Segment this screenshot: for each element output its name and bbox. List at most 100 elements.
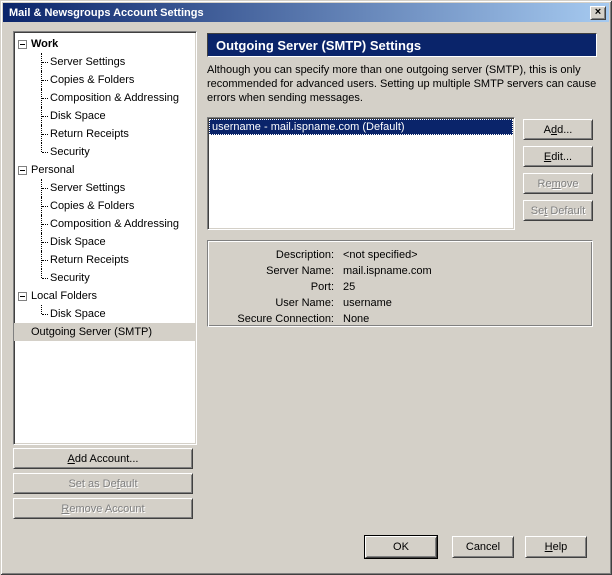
tree-group-local-folders-label[interactable]: Local Folders xyxy=(31,290,97,302)
tree-connector-icon xyxy=(41,305,49,323)
title-bar[interactable]: Mail & Newsgroups Account Settings × xyxy=(3,3,609,22)
label-part: dit... xyxy=(551,151,572,163)
detail-label: Server Name: xyxy=(208,265,334,277)
label-part: A xyxy=(544,124,551,136)
label-part: m xyxy=(552,178,561,190)
account-settings-dialog: Mail & Newsgroups Account Settings × Wor… xyxy=(0,0,612,575)
edit-smtp-button[interactable]: Edit... xyxy=(523,146,593,167)
tree-connector-icon xyxy=(41,143,49,161)
smtp-description-text: Although you can specify more than one o… xyxy=(207,63,601,105)
label-part: ault xyxy=(120,478,138,490)
tree-group-work[interactable]: Work xyxy=(14,35,196,53)
ok-button[interactable]: OK xyxy=(365,536,437,558)
tree-connector-icon xyxy=(41,53,49,71)
tree-group-work-label[interactable]: Work xyxy=(31,38,58,50)
label-part: Set as De xyxy=(68,478,116,490)
label-part: elp xyxy=(553,541,568,553)
tree-item-label[interactable]: Security xyxy=(50,146,90,158)
tree-item-label[interactable]: Server Settings xyxy=(50,182,125,194)
detail-value: mail.ispname.com xyxy=(343,265,432,277)
detail-label: Port: xyxy=(208,281,334,293)
tree-item-label[interactable]: Disk Space xyxy=(50,308,106,320)
label-part: Default xyxy=(547,205,585,217)
smtp-server-list-item[interactable]: username - mail.ispname.com (Default) xyxy=(209,119,513,135)
tree-work-copies-folders[interactable]: Copies & Folders xyxy=(14,71,196,89)
tree-item-label[interactable]: Disk Space xyxy=(50,236,106,248)
window-title: Mail & Newsgroups Account Settings xyxy=(3,7,590,19)
tree-connector-icon xyxy=(41,107,49,125)
help-button[interactable]: Help xyxy=(525,536,587,558)
tree-work-return-receipts[interactable]: Return Receipts xyxy=(14,125,196,143)
detail-value: username xyxy=(343,297,392,309)
smtp-details-panel: Description: <not specified> Server Name… xyxy=(207,240,593,327)
tree-connector-icon xyxy=(41,125,49,143)
set-as-default-button: Set as Default xyxy=(13,473,193,494)
tree-work-composition-addressing[interactable]: Composition & Addressing xyxy=(14,89,196,107)
tree-item-label[interactable]: Outgoing Server (SMTP) xyxy=(31,326,152,338)
tree-personal-return-receipts[interactable]: Return Receipts xyxy=(14,251,196,269)
tree-item-label[interactable]: Copies & Folders xyxy=(50,200,134,212)
label-part: ove xyxy=(561,178,579,190)
panel-heading-bar: Outgoing Server (SMTP) Settings xyxy=(207,33,597,57)
tree-group-local-folders[interactable]: Local Folders xyxy=(14,287,196,305)
detail-row-user-name: User Name: username xyxy=(208,295,592,311)
cancel-button[interactable]: Cancel xyxy=(452,536,514,558)
tree-work-disk-space[interactable]: Disk Space xyxy=(14,107,196,125)
label-part: emove Account xyxy=(69,503,144,515)
detail-value: 25 xyxy=(343,281,355,293)
tree-item-label[interactable]: Security xyxy=(50,272,90,284)
tree-connector-icon xyxy=(41,89,49,107)
tree-work-security[interactable]: Security xyxy=(14,143,196,161)
tree-personal-composition-addressing[interactable]: Composition & Addressing xyxy=(14,215,196,233)
label-part: dd Account... xyxy=(75,453,139,465)
detail-label: Description: xyxy=(208,249,334,261)
detail-row-server-name: Server Name: mail.ispname.com xyxy=(208,263,592,279)
label-part: A xyxy=(68,453,75,465)
tree-connector-icon xyxy=(41,179,49,197)
tree-group-personal-label[interactable]: Personal xyxy=(31,164,74,176)
tree-item-label[interactable]: Composition & Addressing xyxy=(50,218,179,230)
tree-item-label[interactable]: Composition & Addressing xyxy=(50,92,179,104)
tree-personal-security[interactable]: Security xyxy=(14,269,196,287)
tree-item-label[interactable]: Return Receipts xyxy=(50,254,129,266)
tree-connector-icon xyxy=(41,71,49,89)
detail-value: None xyxy=(343,313,369,325)
label-part: E xyxy=(544,151,551,163)
tree-item-label[interactable]: Copies & Folders xyxy=(50,74,134,86)
tree-group-personal[interactable]: Personal xyxy=(14,161,196,179)
close-icon[interactable]: × xyxy=(590,6,606,20)
tree-personal-copies-folders[interactable]: Copies & Folders xyxy=(14,197,196,215)
tree-item-label[interactable]: Disk Space xyxy=(50,110,106,122)
tree-connector-icon xyxy=(41,197,49,215)
label-part: d... xyxy=(557,124,572,136)
tree-item-label[interactable]: Server Settings xyxy=(50,56,125,68)
remove-account-button: Remove Account xyxy=(13,498,193,519)
detail-label: User Name: xyxy=(208,297,334,309)
detail-row-secure-connection: Secure Connection: None xyxy=(208,311,592,327)
detail-row-port: Port: 25 xyxy=(208,279,592,295)
collapse-minus-icon[interactable] xyxy=(18,166,27,175)
add-smtp-button[interactable]: Add... xyxy=(523,119,593,140)
detail-value: <not specified> xyxy=(343,249,418,261)
tree-connector-icon xyxy=(41,251,49,269)
set-default-smtp-button: Set Default xyxy=(523,200,593,221)
tree-item-outgoing-server-smtp[interactable]: Outgoing Server (SMTP) xyxy=(14,323,196,341)
smtp-server-list[interactable]: username - mail.ispname.com (Default) xyxy=(207,117,515,230)
tree-connector-icon xyxy=(41,215,49,233)
remove-smtp-button: Remove xyxy=(523,173,593,194)
tree-connector-icon xyxy=(41,269,49,287)
tree-personal-server-settings[interactable]: Server Settings xyxy=(14,179,196,197)
tree-work-server-settings[interactable]: Server Settings xyxy=(14,53,196,71)
detail-label: Secure Connection: xyxy=(208,313,334,325)
add-account-button[interactable]: Add Account... xyxy=(13,448,193,469)
panel-heading: Outgoing Server (SMTP) Settings xyxy=(208,38,421,53)
tree-local-disk-space[interactable]: Disk Space xyxy=(14,305,196,323)
collapse-minus-icon[interactable] xyxy=(18,292,27,301)
tree-connector-icon xyxy=(41,233,49,251)
account-tree[interactable]: Work Server Settings Copies & Folders Co… xyxy=(13,31,197,445)
detail-row-description: Description: <not specified> xyxy=(208,247,592,263)
tree-item-label[interactable]: Return Receipts xyxy=(50,128,129,140)
collapse-minus-icon[interactable] xyxy=(18,40,27,49)
tree-personal-disk-space[interactable]: Disk Space xyxy=(14,233,196,251)
label-part: R xyxy=(61,503,69,515)
